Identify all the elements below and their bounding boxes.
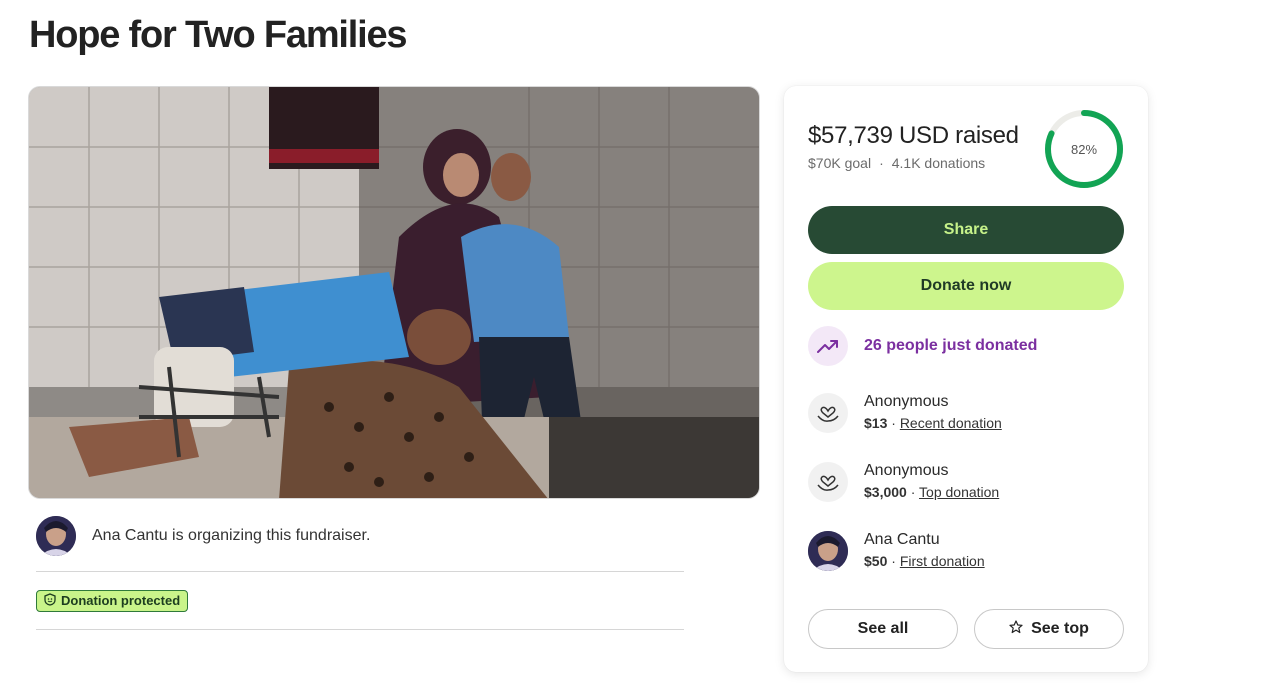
donor-item: Ana Cantu $50 · First donation: [808, 530, 985, 572]
donations-count: 4.1K donations: [891, 155, 986, 171]
organizer-row: Ana Cantu is organizing this fundraiser.: [36, 516, 684, 572]
donor-type-link[interactable]: Recent donation: [900, 415, 1002, 431]
goal-summary: $70K goal · 4.1K donations: [808, 155, 985, 171]
donor-meta: $50 · First donation: [864, 550, 985, 572]
separator: ·: [906, 484, 920, 500]
donate-now-button[interactable]: Donate now: [808, 262, 1124, 310]
heart-hand-icon: [808, 393, 848, 433]
separator: ·: [887, 553, 900, 569]
separator: ·: [887, 415, 900, 431]
donor-amount: $13: [864, 415, 888, 431]
organizer-avatar[interactable]: [36, 516, 76, 556]
donor-item: Anonymous $3,000 · Top donation: [808, 461, 999, 503]
donor-name: Anonymous: [864, 462, 949, 479]
see-top-label: See top: [1031, 620, 1089, 637]
see-top-button[interactable]: See top: [974, 609, 1124, 649]
donor-type-link[interactable]: First donation: [900, 553, 985, 569]
donor-meta: $13 · Recent donation: [864, 412, 1002, 434]
organizer-text: Ana Cantu is organizing this fundraiser.: [92, 527, 371, 544]
donation-card: $57,739 USD raised $70K goal · 4.1K dona…: [784, 86, 1148, 672]
amount-raised: $57,739 USD raised: [808, 122, 1019, 149]
badge-label: Donation protected: [61, 593, 181, 608]
see-all-button[interactable]: See all: [808, 609, 958, 649]
star-icon: [1009, 619, 1023, 639]
avatar: [808, 531, 848, 571]
progress-percent: 82%: [1070, 141, 1098, 157]
donor-name: Ana Cantu: [864, 531, 940, 548]
people-donated-text: 26 people just donated: [864, 337, 1038, 354]
page-title: Hope for Two Families: [29, 14, 408, 56]
shield-icon: [44, 592, 56, 609]
donation-protected-badge[interactable]: Donation protected: [36, 589, 189, 612]
trending-up-icon: [808, 326, 848, 366]
heart-hand-icon: [808, 462, 848, 502]
donor-amount: $50: [864, 553, 888, 569]
hero-image: [28, 86, 760, 499]
separator: ·: [879, 155, 884, 171]
share-button[interactable]: Share: [808, 206, 1124, 254]
donor-amount: $3,000: [864, 484, 907, 500]
donor-type-link[interactable]: Top donation: [919, 484, 999, 500]
recent-activity: 26 people just donated: [808, 326, 1037, 366]
donor-name: Anonymous: [864, 393, 949, 410]
goal-text: $70K goal: [808, 155, 872, 171]
donor-meta: $3,000 · Top donation: [864, 481, 999, 503]
see-all-label: See all: [857, 620, 909, 637]
protected-row: Donation protected: [36, 572, 684, 630]
donor-item: Anonymous $13 · Recent donation: [808, 392, 1002, 434]
